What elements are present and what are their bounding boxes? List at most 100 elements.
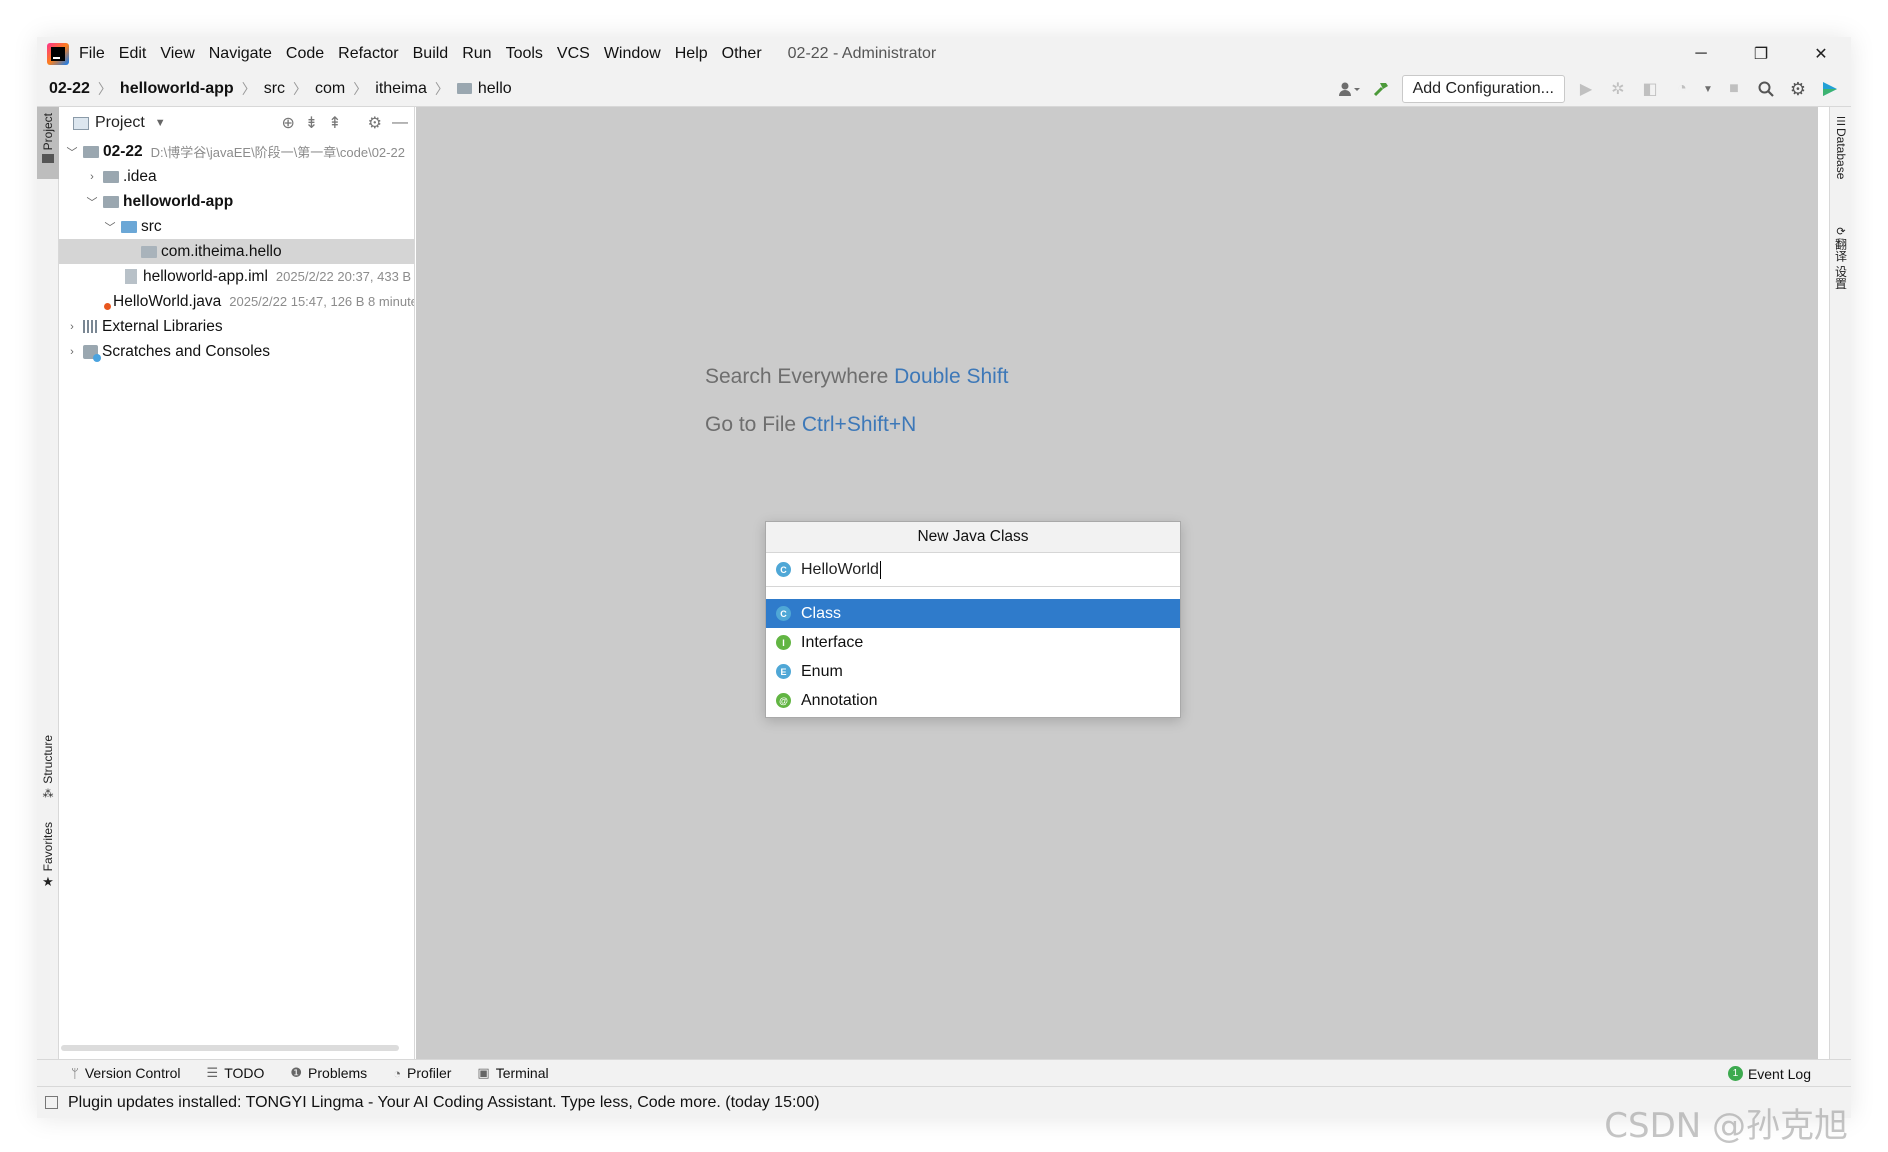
tree-scratches-label: Scratches and Consoles: [102, 342, 271, 360]
menu-other[interactable]: Other: [722, 45, 762, 63]
chevron-down-icon[interactable]: ﹀: [85, 194, 99, 210]
chevron-down-icon[interactable]: ▼: [1703, 78, 1713, 100]
tree-row-scratches[interactable]: › Scratches and Consoles: [59, 339, 414, 364]
add-configuration-button[interactable]: Add Configuration...: [1401, 75, 1565, 103]
tree-row-external-libraries[interactable]: › External Libraries: [59, 314, 414, 339]
tab-problems[interactable]: ❶ Problems: [290, 1065, 367, 1081]
kind-option-interface[interactable]: I Interface: [766, 628, 1180, 657]
status-message[interactable]: Plugin updates installed: TONGYI Lingma …: [68, 1094, 820, 1112]
chevron-right-icon[interactable]: ›: [85, 171, 99, 183]
restore-button[interactable]: ❐: [1731, 37, 1791, 71]
tab-version-control[interactable]: ᛘ Version Control: [71, 1065, 181, 1081]
annotation-icon: @: [776, 693, 791, 708]
menu-run[interactable]: Run: [462, 45, 491, 63]
breadcrumb-itheima[interactable]: itheima: [375, 80, 427, 98]
tab-terminal-label: Terminal: [495, 1065, 549, 1081]
close-button[interactable]: ✕: [1791, 37, 1851, 71]
favorites-tool-button[interactable]: Favorites ★: [37, 822, 59, 892]
folder-icon: [103, 170, 119, 183]
tab-todo[interactable]: ☰ TODO: [207, 1065, 265, 1081]
dialog-title: New Java Class: [766, 522, 1180, 553]
menu-view[interactable]: View: [160, 45, 194, 63]
breadcrumb-src[interactable]: src: [264, 80, 285, 98]
tree-row-src[interactable]: ﹀ src: [59, 214, 414, 239]
intellij-logo-icon: [47, 43, 69, 65]
menu-file[interactable]: File: [79, 45, 105, 63]
minimize-button[interactable]: ─: [1671, 37, 1731, 71]
expand-all-icon[interactable]: ⇟: [305, 113, 318, 133]
structure-tool-button[interactable]: Structure ⁂: [37, 735, 59, 805]
enum-icon: E: [776, 664, 791, 679]
menu-window[interactable]: Window: [604, 45, 661, 63]
tab-todo-label: TODO: [224, 1065, 265, 1081]
tab-problems-label: Problems: [308, 1065, 368, 1081]
menu-help[interactable]: Help: [675, 45, 708, 63]
profile-icon[interactable]: ◔: [1671, 78, 1693, 100]
tab-event-log[interactable]: 1 Event Log: [1727, 1060, 1811, 1087]
menu-edit[interactable]: Edit: [119, 45, 147, 63]
tree-row-package[interactable]: com.itheima.hello: [59, 239, 414, 264]
chevron-right-icon[interactable]: ›: [65, 321, 79, 333]
kind-option-enum[interactable]: E Enum: [766, 657, 1180, 686]
tree-row-java[interactable]: HelloWorld.java 2025/2/22 15:47, 126 B 8…: [59, 289, 414, 314]
menu-navigate[interactable]: Navigate: [209, 45, 272, 63]
tree-row-module[interactable]: ﹀ helloworld-app: [59, 189, 414, 214]
search-icon[interactable]: [1755, 78, 1777, 100]
class-name-input[interactable]: C HelloWorld: [766, 553, 1180, 587]
translate-tool-button[interactable]: ⟳ 翻译 设置: [1830, 225, 1851, 295]
chevron-right-icon[interactable]: ›: [65, 346, 79, 358]
toggle-tool-windows-icon[interactable]: [45, 1096, 58, 1109]
project-view-selector[interactable]: Project: [95, 114, 145, 132]
tree-idea-label: .idea: [123, 167, 157, 185]
breadcrumb-project[interactable]: 02-22: [49, 80, 90, 98]
gear-icon[interactable]: ⚙: [1787, 78, 1809, 100]
interface-icon: I: [776, 635, 791, 650]
kind-option-class[interactable]: C Class: [766, 599, 1180, 628]
locate-icon[interactable]: ⊕: [281, 113, 294, 133]
debug-icon[interactable]: ✲: [1607, 78, 1629, 100]
breadcrumb-module[interactable]: helloworld-app: [120, 80, 234, 98]
class-icon: C: [776, 562, 791, 577]
breadcrumb-com[interactable]: com: [315, 80, 345, 98]
chevron-down-icon[interactable]: ▼: [155, 117, 166, 129]
chevron-down-icon[interactable]: ﹀: [65, 144, 79, 160]
tab-profiler[interactable]: ◔ Profiler: [393, 1065, 451, 1081]
project-panel: Project ▼ ⊕ ⇟ ⇞ ⚙ — ﹀ 02-22 D:\博学谷\javaE…: [59, 107, 415, 1059]
hide-icon[interactable]: —: [392, 114, 408, 132]
module-folder-icon: [83, 145, 99, 158]
ide-window: File Edit View Navigate Code Refactor Bu…: [37, 37, 1851, 1118]
menu-refactor[interactable]: Refactor: [338, 45, 398, 63]
right-tool-stripe: ☰ Database ⟳ 翻译 设置: [1829, 107, 1851, 1059]
build-hammer-icon[interactable]: [1370, 78, 1392, 100]
menu-tools[interactable]: Tools: [506, 45, 543, 63]
horizontal-scrollbar[interactable]: [61, 1045, 399, 1051]
plugin-logo-icon[interactable]: [1819, 78, 1841, 100]
project-tool-button[interactable]: Project: [37, 107, 59, 179]
tree-row-root[interactable]: ﹀ 02-22 D:\博学谷\javaEE\阶段一\第一章\code\02-22: [59, 139, 414, 164]
menu-vcs[interactable]: VCS: [557, 45, 590, 63]
tab-terminal[interactable]: ▣ Terminal: [477, 1065, 548, 1081]
database-tool-button[interactable]: ☰ Database: [1830, 115, 1851, 195]
menu-build[interactable]: Build: [413, 45, 449, 63]
menu-code[interactable]: Code: [286, 45, 324, 63]
event-log-badge: 1: [1727, 1066, 1743, 1081]
tree-external-libraries-label: External Libraries: [102, 317, 223, 335]
breadcrumb-hello[interactable]: hello: [456, 80, 512, 98]
account-icon[interactable]: [1338, 78, 1360, 100]
left-tool-stripe: Project Structure ⁂ Favorites ★: [37, 107, 59, 1059]
gear-icon[interactable]: ⚙: [368, 113, 382, 133]
tree-row-idea[interactable]: › .idea: [59, 164, 414, 189]
text-cursor: [879, 560, 881, 579]
tree-row-iml[interactable]: helloworld-app.iml 2025/2/22 20:37, 433 …: [59, 264, 414, 289]
stop-icon[interactable]: ■: [1723, 78, 1745, 100]
kind-option-annotation[interactable]: @ Annotation: [766, 686, 1180, 715]
run-icon[interactable]: ▶: [1575, 78, 1597, 100]
chevron-down-icon[interactable]: ﹀: [103, 219, 117, 235]
collapse-all-icon[interactable]: ⇞: [328, 113, 341, 133]
translate-icon: ⟳: [1836, 226, 1846, 238]
go-to-file-shortcut: Ctrl+Shift+N: [801, 413, 917, 436]
status-bar: Plugin updates installed: TONGYI Lingma …: [37, 1086, 1851, 1118]
class-name-value[interactable]: HelloWorld: [801, 561, 879, 579]
tree-root-path: D:\博学谷\javaEE\阶段一\第一章\code\02-22: [150, 145, 405, 160]
coverage-icon[interactable]: ◧: [1639, 78, 1661, 100]
